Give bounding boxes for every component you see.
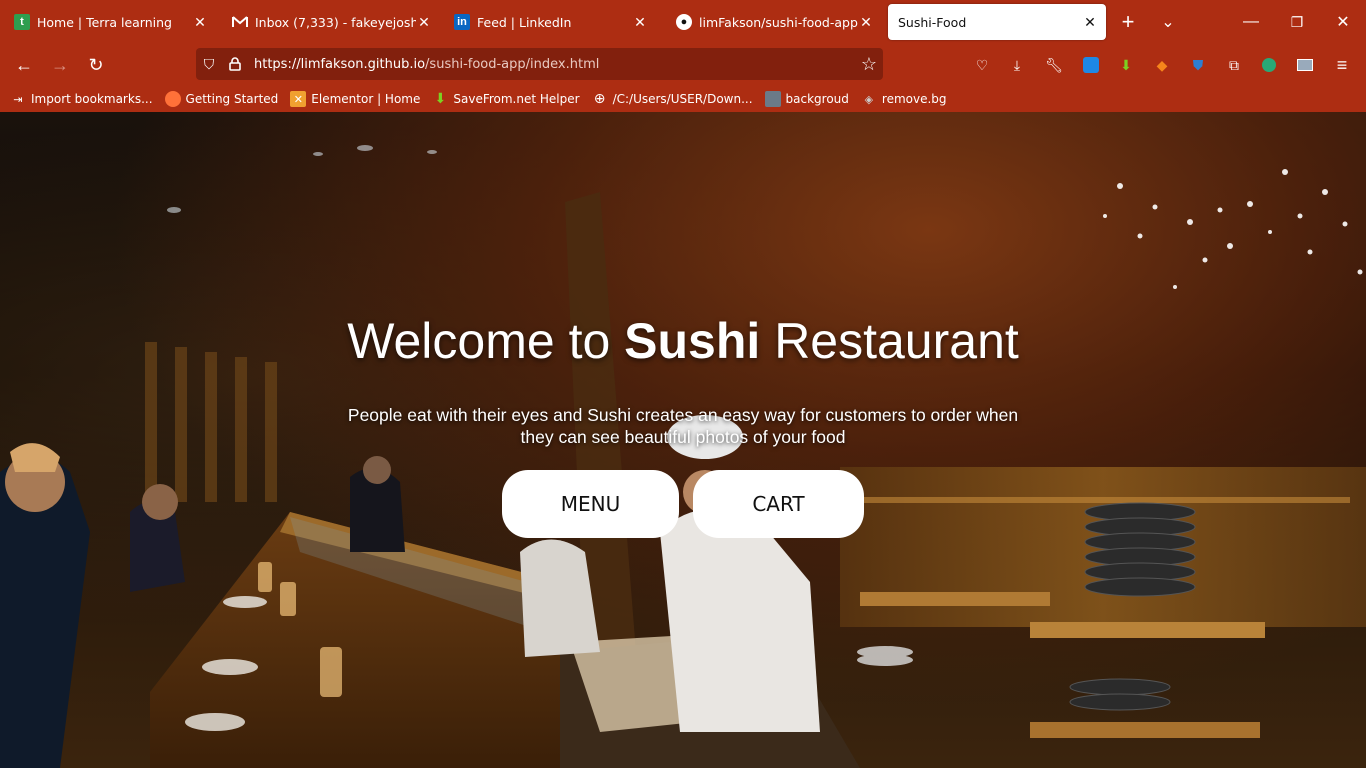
- cart-button[interactable]: CART: [693, 470, 864, 538]
- tab-title: Feed | LinkedIn: [477, 14, 572, 30]
- bookmark-remove-bg[interactable]: ◈ remove.bg: [861, 91, 947, 107]
- minimize-icon[interactable]: —: [1239, 10, 1263, 34]
- close-icon[interactable]: ✕: [416, 14, 432, 30]
- window-close-icon[interactable]: ✕: [1331, 10, 1355, 34]
- tab-bar: t Home | Terra learning ✕ Inbox (7,333) …: [0, 0, 1366, 44]
- import-icon: ⇥: [13, 92, 23, 106]
- bitwarden-extension-icon[interactable]: ⛊: [1187, 54, 1209, 76]
- bookmarks-toolbar: ⇥ Import bookmarks... Getting Started ✕ El…: [0, 86, 1366, 112]
- bookmark-star-icon[interactable]: ☆: [861, 54, 877, 75]
- linkedin-icon: in: [454, 14, 470, 30]
- download-arrow-icon: ⬇: [434, 91, 447, 107]
- image-icon: [764, 91, 781, 107]
- downloads-icon[interactable]: ⤓: [1006, 54, 1028, 76]
- navigation-toolbar: ← → ↻ ⛉ https://limfakson.github.io/sush…: [0, 44, 1366, 86]
- bookmark-local-file[interactable]: ⊕ /C:/Users/USER/Down...: [592, 91, 753, 107]
- close-icon[interactable]: ✕: [1082, 14, 1098, 30]
- bookmark-label: remove.bg: [881, 92, 947, 106]
- back-arrow-icon[interactable]: ←: [11, 53, 37, 77]
- hero-title: Welcome to Sushi Restaurant: [0, 312, 1366, 370]
- new-tab-icon[interactable]: +: [1116, 9, 1140, 34]
- reload-icon[interactable]: ↻: [83, 53, 109, 77]
- close-icon[interactable]: ✕: [858, 14, 874, 30]
- tab-title: Home | Terra learning: [37, 14, 172, 30]
- bookmark-import[interactable]: ⇥ Import bookmarks...: [10, 91, 153, 107]
- tab-title: Sushi-Food: [898, 14, 967, 30]
- url-text: https://limfakson.github.io/sushi-food-a…: [254, 57, 599, 72]
- tab-linkedin-feed[interactable]: in Feed | LinkedIn ✕: [444, 4, 656, 40]
- terra-icon: t: [14, 14, 30, 30]
- github-icon: ●: [676, 14, 692, 30]
- hero-subtitle: People eat with their eyes and Sushi cre…: [347, 405, 1019, 447]
- url-path: /sushi-food-app/index.html: [425, 56, 600, 72]
- lock-icon[interactable]: [222, 57, 248, 71]
- bookmark-backgroud[interactable]: backgroud: [764, 91, 849, 107]
- title-brand: Sushi: [624, 313, 761, 369]
- forward-arrow-icon[interactable]: →: [47, 53, 73, 77]
- bookmark-label: SaveFrom.net Helper: [453, 92, 580, 106]
- tab-title: Inbox (7,333) - fakeyejoshua20: [255, 14, 416, 30]
- extensions-puzzle-icon[interactable]: ⧉: [1223, 54, 1245, 76]
- bookmark-savefrom[interactable]: ⬇ SaveFrom.net Helper: [432, 91, 580, 107]
- hamburger-menu-icon[interactable]: ≡: [1331, 54, 1353, 76]
- bookmark-label: /C:/Users/USER/Down...: [612, 92, 753, 106]
- bookmark-label: Elementor | Home: [311, 92, 421, 106]
- hero-section: Welcome to Sushi Restaurant People eat w…: [0, 112, 1366, 768]
- close-icon[interactable]: ✕: [192, 14, 208, 30]
- restore-icon[interactable]: ❐: [1285, 10, 1309, 34]
- bookmark-label: backgroud: [785, 92, 849, 106]
- tab-terra-learning[interactable]: t Home | Terra learning ✕: [4, 4, 216, 40]
- tab-github-repo[interactable]: ● limFakson/sushi-food-app ✕: [666, 4, 882, 40]
- pocket-icon[interactable]: ♡: [971, 54, 993, 76]
- tab-gmail-inbox[interactable]: Inbox (7,333) - fakeyejoshua20 ✕: [222, 4, 440, 40]
- address-bar[interactable]: ⛉ https://limfakson.github.io/sushi-food…: [196, 48, 883, 80]
- translate-extension-icon[interactable]: [1080, 54, 1102, 76]
- close-icon[interactable]: ✕: [632, 14, 648, 30]
- bookmark-label: Getting Started: [185, 92, 279, 106]
- screenshot-extension-icon[interactable]: [1294, 54, 1316, 76]
- elementor-icon: ✕: [290, 91, 307, 107]
- tab-title: limFakson/sushi-food-app: [699, 14, 858, 30]
- bookmark-getting-started[interactable]: Getting Started: [164, 91, 279, 107]
- metamask-extension-icon[interactable]: ◆: [1151, 54, 1173, 76]
- menu-button[interactable]: MENU: [502, 470, 679, 538]
- bookmark-label: Import bookmarks...: [31, 92, 153, 106]
- title-suffix: Restaurant: [760, 313, 1019, 369]
- tab-sushi-food[interactable]: Sushi-Food ✕: [888, 4, 1106, 40]
- shield-icon[interactable]: ⛉: [196, 56, 222, 73]
- chevron-down-icon[interactable]: ⌄: [1156, 10, 1180, 34]
- colorzilla-extension-icon[interactable]: [1258, 54, 1280, 76]
- savefrom-extension-icon[interactable]: ⬇: [1115, 54, 1137, 76]
- gmail-icon: [232, 14, 248, 30]
- layers-icon: ◈: [864, 92, 874, 106]
- sushi-landing-page: Welcome to Sushi Restaurant People eat w…: [0, 112, 1366, 768]
- wrench-icon[interactable]: 🔧︎: [1043, 54, 1065, 76]
- firefox-icon: [164, 91, 181, 107]
- globe-icon: ⊕: [593, 91, 606, 107]
- bookmark-elementor[interactable]: ✕ Elementor | Home: [290, 91, 420, 107]
- title-prefix: Welcome to: [347, 313, 625, 369]
- url-domain: https://limfakson.github.io: [254, 56, 426, 72]
